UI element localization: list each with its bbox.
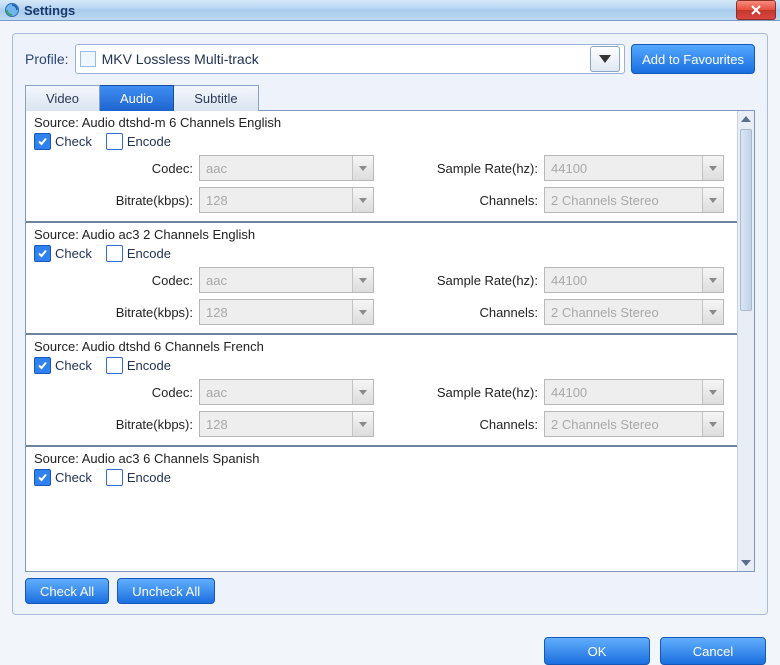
scroll-down-arrow[interactable] [738,555,754,571]
bitrate-label: Bitrate(kbps): [34,417,199,432]
channels-label: Channels: [374,305,544,320]
sample-rate-label: Sample Rate(hz): [374,273,544,288]
chevron-down-icon [352,300,373,324]
sample-rate-select[interactable]: 44100 [544,267,724,293]
profile-value: MKV Lossless Multi-track [102,51,591,67]
tab-subtitle[interactable]: Subtitle [174,85,258,111]
check-checkbox[interactable] [34,245,51,262]
channels-select[interactable]: 2 Channels Stereo [544,411,724,437]
sample-rate-label: Sample Rate(hz): [374,161,544,176]
track-row: Source: Audio dtshd-m 6 Channels English… [26,111,737,223]
bitrate-label: Bitrate(kbps): [34,193,199,208]
channels-select[interactable]: 2 Channels Stereo [544,187,724,213]
profile-label: Profile: [25,51,69,67]
window-title: Settings [24,3,736,18]
channels-label: Channels: [374,417,544,432]
bitrate-select[interactable]: 128 [199,187,374,213]
track-source-label: Source: Audio dtshd-m 6 Channels English [34,115,729,130]
channels-select[interactable]: 2 Channels Stereo [544,299,724,325]
chevron-down-icon [702,268,723,292]
tracks-list: Source: Audio dtshd-m 6 Channels English… [26,111,737,571]
chevron-down-icon [352,380,373,404]
bitrate-select[interactable]: 128 [199,411,374,437]
scrollbar[interactable] [737,111,754,571]
encode-checkbox[interactable] [106,469,123,486]
track-row: Source: Audio ac3 2 Channels EnglishChec… [26,223,737,335]
profile-format-icon [80,51,96,67]
sample-rate-label: Sample Rate(hz): [374,385,544,400]
ok-button[interactable]: OK [544,637,650,665]
chevron-down-icon [599,55,611,63]
tab-video[interactable]: Video [25,85,100,111]
chevron-down-icon [702,412,723,436]
bitrate-label: Bitrate(kbps): [34,305,199,320]
bitrate-select[interactable]: 128 [199,299,374,325]
encode-checkbox[interactable] [106,357,123,374]
sample-rate-select[interactable]: 44100 [544,379,724,405]
track-row: Source: Audio ac3 6 Channels SpanishChec… [26,447,737,499]
chevron-down-icon [702,188,723,212]
app-icon [4,2,20,18]
profile-select[interactable]: MKV Lossless Multi-track [75,44,626,74]
chevron-down-icon [352,412,373,436]
codec-select[interactable]: aac [199,155,374,181]
track-source-label: Source: Audio dtshd 6 Channels French [34,339,729,354]
codec-select[interactable]: aac [199,267,374,293]
titlebar: Settings [0,0,780,21]
uncheck-all-button[interactable]: Uncheck All [117,578,215,604]
track-row: Source: Audio dtshd 6 Channels FrenchChe… [26,335,737,447]
channels-label: Channels: [374,193,544,208]
close-button[interactable] [736,0,776,20]
track-source-label: Source: Audio ac3 6 Channels Spanish [34,451,729,466]
tabs: Video Audio Subtitle [25,84,755,110]
chevron-down-icon [352,268,373,292]
sample-rate-select[interactable]: 44100 [544,155,724,181]
add-to-favourites-button[interactable]: Add to Favourites [631,44,755,74]
chevron-down-icon [352,156,373,180]
chevron-down-icon [702,300,723,324]
check-checkbox[interactable] [34,133,51,150]
chevron-down-icon [702,380,723,404]
cancel-button[interactable]: Cancel [660,637,766,665]
check-checkbox[interactable] [34,469,51,486]
codec-label: Codec: [34,161,199,176]
chevron-down-icon [702,156,723,180]
encode-checkbox[interactable] [106,245,123,262]
codec-label: Codec: [34,273,199,288]
chevron-down-icon [352,188,373,212]
tab-audio[interactable]: Audio [100,85,174,111]
scroll-thumb[interactable] [740,129,752,311]
profile-dropdown-button[interactable] [590,46,620,72]
encode-checkbox[interactable] [106,133,123,150]
codec-label: Codec: [34,385,199,400]
track-source-label: Source: Audio ac3 2 Channels English [34,227,729,242]
codec-select[interactable]: aac [199,379,374,405]
scroll-up-arrow[interactable] [738,111,754,127]
check-all-button[interactable]: Check All [25,578,109,604]
check-checkbox[interactable] [34,357,51,374]
